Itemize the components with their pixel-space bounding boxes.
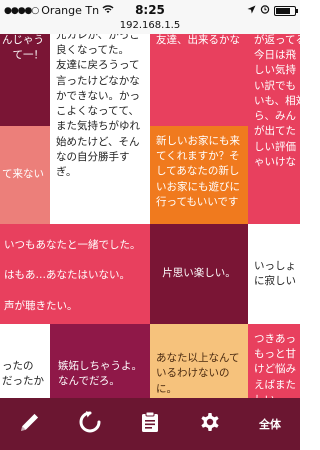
tile-r3c4[interactable]: いっしょ に寂しい [248, 224, 300, 324]
clipboard-icon [138, 410, 162, 438]
tile-r1c3[interactable]: 友達、出来るかな [150, 34, 248, 126]
status-bar: ●●●●○ Orange Tn 8:25 [0, 0, 300, 20]
tile-r4c4[interactable]: つきあっ もっと甘 けど悩み えばまた しい。 [248, 324, 300, 398]
tile-text: つきあっ もっと甘 けど悩み えばまた しい。 [254, 333, 296, 398]
tile-text: あなた以上なんて いるわけないのに。 [156, 352, 240, 395]
tile-text: 新しいお家にも来てくれますか？そしてあなたの新しいお家にも遊びに行ってもいいです [156, 135, 240, 208]
tile-r3c1[interactable]: いつもあなたと一緒でした。 はもあ…あなたはいない。 声が聴きたい。 [0, 224, 150, 324]
alarm-icon [260, 4, 270, 17]
settings-button[interactable] [190, 404, 230, 444]
gear-icon [198, 410, 222, 438]
tile-text: が返ってる 今日は飛 しい気持 い訳でも いも、相対 ら、みん が出てた しい評… [254, 34, 300, 168]
tile-r4c2[interactable]: 嫉妬しちゃうよ。 なんでだろ。 [50, 324, 150, 398]
tile-r1c4[interactable]: が返ってる 今日は飛 しい気持 い訳でも いも、相対 ら、みん が出てた しい評… [248, 34, 300, 224]
tile-r3c3[interactable]: 片思い楽しい。 [150, 224, 248, 324]
refresh-button[interactable] [70, 404, 110, 444]
tile-text: ったの だったか [2, 359, 44, 387]
tile-r2c3[interactable]: 新しいお家にも来てくれますか？そしてあなたの新しいお家にも遊びに行ってもいいです [150, 126, 248, 224]
tile-text: 嫉妬しちゃうよ。 なんでだろ。 [58, 359, 142, 387]
tile-text: 片思い楽しい。 [162, 267, 236, 280]
tile-grid: んじゃう て一！ 元カレが、かっこ良くなってた。 友達に戻ろうって言ったけどなか… [0, 34, 300, 398]
tile-text: いつもあなたと一緒でした。 はもあ…あなたはいない。 声が聴きたい。 [4, 239, 141, 312]
tile-text: んじゃう て一！ [2, 34, 44, 62]
location-arrow-icon [247, 4, 256, 17]
tile-r1c2[interactable]: 元カレが、かっこ良くなってた。 友達に戻ろうって言ったけどなかなかできない。かっ… [50, 34, 150, 224]
refresh-icon [78, 410, 102, 438]
battery-icon [274, 5, 298, 16]
url-bar[interactable]: 192.168.1.5 [0, 20, 300, 34]
tile-r1c1[interactable]: んじゃう て一！ [0, 34, 50, 126]
tile-r2c1[interactable]: て来ない [0, 126, 50, 224]
clipboard-button[interactable] [130, 404, 170, 444]
tile-text: 元カレが、かっこ良くなってた。 友達に戻ろうって言ったけどなかなかできない。かっ… [56, 34, 140, 178]
view-all-button[interactable]: 全体 [250, 404, 290, 444]
status-right [247, 4, 298, 17]
pencil-icon [18, 410, 42, 438]
edit-button[interactable] [10, 404, 50, 444]
tile-r4c3[interactable]: あなた以上なんて いるわけないのに。 [150, 324, 248, 398]
tile-text: いっしょ に寂しい [254, 259, 296, 287]
tile-text: て来ない [2, 168, 44, 181]
bottom-toolbar: 全体 [0, 398, 300, 450]
tile-text: 友達、出来るかな [156, 34, 240, 46]
view-all-label: 全体 [259, 418, 281, 431]
tile-r4c1[interactable]: ったの だったか [0, 324, 50, 398]
